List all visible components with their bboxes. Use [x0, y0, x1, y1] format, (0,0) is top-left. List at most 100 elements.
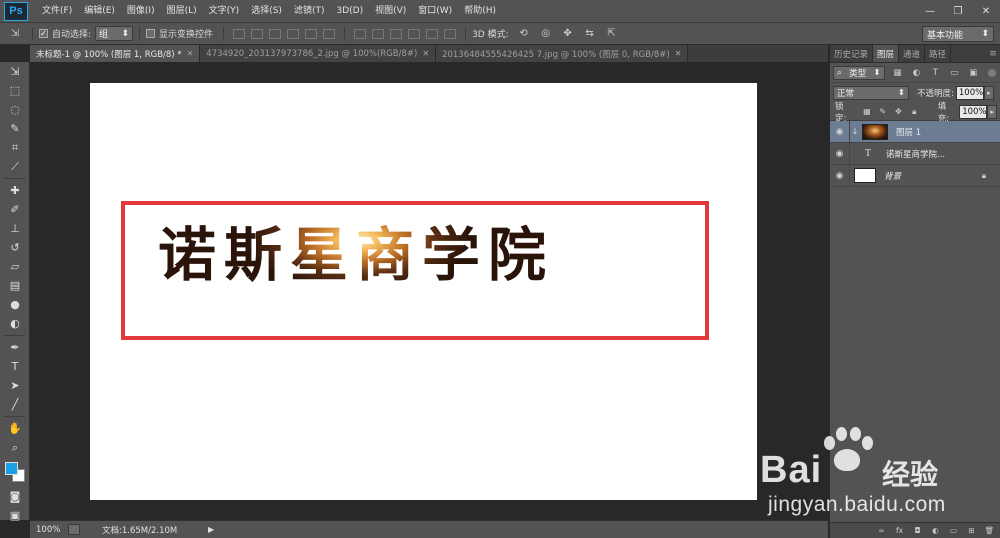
clone-stamp-tool-icon[interactable]: ⊥ — [0, 219, 30, 238]
filter-toggle[interactable] — [987, 67, 997, 78]
menu-view[interactable]: 视图(V) — [369, 0, 412, 23]
layer-filter-dropdown[interactable]: ⌕ 类型 ⬍ — [833, 65, 885, 80]
move-tool-icon[interactable]: ⇲ — [6, 27, 24, 41]
3d-rotate-icon[interactable]: ⟲ — [515, 27, 533, 41]
status-menu-arrow[interactable]: ▶ — [208, 525, 214, 534]
tab-channels[interactable]: 通道 — [899, 45, 926, 62]
new-group-icon[interactable]: ▭ — [948, 526, 959, 536]
zoom-level[interactable]: 100% — [30, 525, 62, 535]
eye-icon[interactable]: ◉ — [830, 120, 850, 143]
distribute-hcenter-icon[interactable] — [426, 28, 439, 39]
3d-roll-icon[interactable]: ◎ — [537, 27, 555, 41]
lock-image-icon[interactable]: ✎ — [877, 106, 888, 117]
fill-input[interactable]: 100% — [959, 104, 988, 119]
close-icon[interactable]: ✕ — [422, 49, 429, 58]
history-brush-tool-icon[interactable]: ↺ — [0, 238, 30, 257]
type-tool-icon[interactable]: T — [0, 357, 30, 376]
crop-tool-icon[interactable]: ⌗ — [0, 138, 30, 157]
lock-transparent-icon[interactable]: ▦ — [862, 106, 873, 117]
menu-type[interactable]: 文字(Y) — [203, 0, 246, 23]
quick-select-tool-icon[interactable]: ✎ — [0, 119, 30, 138]
document-canvas[interactable]: 诺斯星商学院 — [90, 83, 757, 500]
distribute-bottom-icon[interactable] — [390, 28, 403, 39]
workspace-dropdown[interactable]: 基本功能 ⬍ — [922, 26, 994, 42]
menu-file[interactable]: 文件(F) — [36, 0, 78, 23]
path-select-tool-icon[interactable]: ➤ — [0, 376, 30, 395]
menu-help[interactable]: 帮助(H) — [458, 0, 502, 23]
eye-icon[interactable]: ◉ — [830, 164, 850, 187]
screen-mode-icon[interactable]: ▣ — [0, 506, 30, 525]
document-tab-1[interactable]: 未标题-1 @ 100% (图层 1, RGB/8) * ✕ — [30, 45, 201, 62]
opacity-input[interactable]: 100% — [955, 86, 984, 100]
filter-smart-object-icon[interactable]: ▣ — [967, 67, 979, 78]
filter-type-icon[interactable]: T — [929, 67, 941, 78]
auto-select-checkbox[interactable]: ✓ — [39, 29, 48, 38]
menu-select[interactable]: 选择(S) — [245, 0, 288, 23]
auto-select-dropdown[interactable]: 组 ⬍ — [95, 26, 134, 41]
healing-brush-tool-icon[interactable]: ✚ — [0, 181, 30, 200]
new-layer-icon[interactable]: ⊞ — [966, 526, 977, 536]
fill-dropdown-icon[interactable]: ▸ — [987, 104, 998, 119]
document-tab-2[interactable]: 4734920_203137973786_2.jpg @ 100%(RGB/8#… — [200, 45, 437, 62]
foreground-color-swatch[interactable] — [5, 462, 18, 475]
eye-icon[interactable]: ◉ — [830, 142, 850, 165]
distribute-top-icon[interactable] — [354, 28, 367, 39]
tab-layers[interactable]: 图层 — [873, 45, 900, 62]
menu-3d[interactable]: 3D(D) — [330, 0, 369, 23]
align-vcenter-icon[interactable] — [251, 28, 264, 39]
filter-pixel-icon[interactable]: ▦ — [892, 67, 904, 78]
minimize-button[interactable]: — — [916, 3, 944, 21]
close-icon[interactable]: ✕ — [675, 49, 682, 58]
menu-window[interactable]: 窗口(W) — [412, 0, 458, 23]
dodge-tool-icon[interactable]: ◐ — [0, 314, 30, 333]
distribute-right-icon[interactable] — [444, 28, 457, 39]
align-right-icon[interactable] — [323, 28, 336, 39]
distribute-left-icon[interactable] — [408, 28, 421, 39]
document-tab-3[interactable]: 20136484555426425 7.jpg @ 100% (图层 0, RG… — [436, 45, 689, 62]
adjustment-layer-icon[interactable]: ◐ — [930, 526, 941, 536]
pen-tool-icon[interactable]: ✒ — [0, 338, 30, 357]
3d-scale-icon[interactable]: ⇱ — [603, 27, 621, 41]
eraser-tool-icon[interactable]: ▱ — [0, 257, 30, 276]
layer-name[interactable]: 图层 1 — [896, 126, 921, 138]
zoom-tool-icon[interactable]: ⌕ — [0, 438, 30, 457]
3d-slide-icon[interactable]: ⇆ — [581, 27, 599, 41]
3d-pan-icon[interactable]: ✥ — [559, 27, 577, 41]
menu-image[interactable]: 图像(I) — [121, 0, 161, 23]
filter-adjustment-icon[interactable]: ◐ — [911, 67, 923, 78]
add-mask-icon[interactable]: ◘ — [912, 526, 923, 536]
layer-row[interactable]: ◉ T 诺斯星商学院... — [830, 142, 1000, 165]
align-bottom-icon[interactable] — [269, 28, 282, 39]
menu-edit[interactable]: 编辑(E) — [78, 0, 121, 23]
align-top-icon[interactable] — [233, 28, 246, 39]
status-info-icon[interactable] — [68, 524, 80, 535]
close-button[interactable]: ✕ — [972, 3, 1000, 21]
align-hcenter-icon[interactable] — [305, 28, 318, 39]
lasso-tool-icon[interactable]: ◌ — [0, 100, 30, 119]
distribute-vcenter-icon[interactable] — [372, 28, 385, 39]
hand-tool-icon[interactable]: ✋ — [0, 419, 30, 438]
marquee-tool-icon[interactable]: ⬚ — [0, 81, 30, 100]
filter-shape-icon[interactable]: ▭ — [948, 67, 960, 78]
blend-mode-dropdown[interactable]: 正常 ⬍ — [833, 86, 909, 100]
layer-name[interactable]: 背景 — [884, 170, 901, 182]
lock-all-icon[interactable]: 🔒︎ — [909, 106, 920, 117]
move-tool-icon[interactable]: ⇲ — [0, 62, 30, 81]
tab-history[interactable]: 历史记录 — [830, 45, 874, 62]
link-layers-icon[interactable]: ∞ — [876, 526, 887, 536]
gradient-tool-icon[interactable]: ▤ — [0, 276, 30, 295]
lock-position-icon[interactable]: ✥ — [893, 106, 904, 117]
layer-name[interactable]: 诺斯星商学院... — [886, 148, 945, 160]
quick-mask-icon[interactable]: ◙ — [0, 487, 30, 506]
panel-menu-icon[interactable]: ≡ — [986, 45, 1000, 62]
align-left-icon[interactable] — [287, 28, 300, 39]
menu-filter[interactable]: 滤镜(T) — [288, 0, 331, 23]
layer-row[interactable]: ◉ 背景 🔒︎ — [830, 164, 1000, 187]
brush-tool-icon[interactable]: ✐ — [0, 200, 30, 219]
opacity-dropdown-icon[interactable]: ▸ — [983, 86, 994, 100]
eyedropper-tool-icon[interactable]: ⟋ — [0, 157, 30, 176]
line-tool-icon[interactable]: ╱ — [0, 395, 30, 414]
layer-row[interactable]: ◉ ↓ 图层 1 — [830, 120, 1000, 143]
restore-button[interactable]: ❐ — [944, 3, 972, 21]
menu-layer[interactable]: 图层(L) — [161, 0, 203, 23]
